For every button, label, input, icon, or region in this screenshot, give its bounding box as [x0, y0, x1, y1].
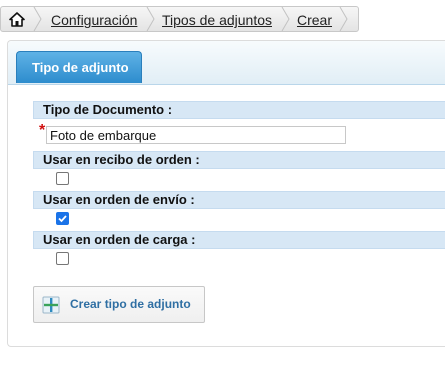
create-attachment-type-label: Crear tipo de adjunto — [70, 297, 191, 311]
add-icon — [42, 296, 60, 314]
breadcrumb-crear[interactable]: Crear — [297, 7, 332, 31]
document-type-label: Tipo de Documento : — [33, 101, 445, 119]
use-shipping-order-label: Usar en orden de envío : — [33, 191, 445, 209]
breadcrumb-separator-icon — [281, 7, 290, 31]
breadcrumb: Configuración Tipos de adjuntos Crear — [0, 6, 359, 32]
create-attachment-type-button[interactable]: Crear tipo de adjunto — [33, 286, 205, 323]
tab-bar: Tipo de adjunto — [8, 41, 445, 85]
tab-tipo-de-adjunto[interactable]: Tipo de adjunto — [16, 51, 142, 83]
use-shipping-order-checkbox[interactable] — [56, 212, 69, 225]
use-load-order-label: Usar en orden de carga : — [33, 231, 445, 249]
home-icon[interactable] — [1, 7, 33, 31]
required-marker: * — [39, 122, 46, 139]
use-order-receipt-checkbox[interactable] — [56, 172, 69, 185]
document-type-input[interactable] — [46, 126, 346, 144]
breadcrumb-separator-icon — [146, 7, 155, 31]
breadcrumb-separator-icon — [339, 7, 348, 31]
breadcrumb-tipos-de-adjuntos[interactable]: Tipos de adjuntos — [162, 7, 272, 31]
breadcrumb-separator-icon — [33, 7, 42, 31]
use-load-order-checkbox[interactable] — [56, 252, 69, 265]
use-order-receipt-label: Usar en recibo de orden : — [33, 151, 445, 169]
checkmark-icon — [58, 215, 67, 223]
breadcrumb-configuracion[interactable]: Configuración — [51, 7, 137, 31]
